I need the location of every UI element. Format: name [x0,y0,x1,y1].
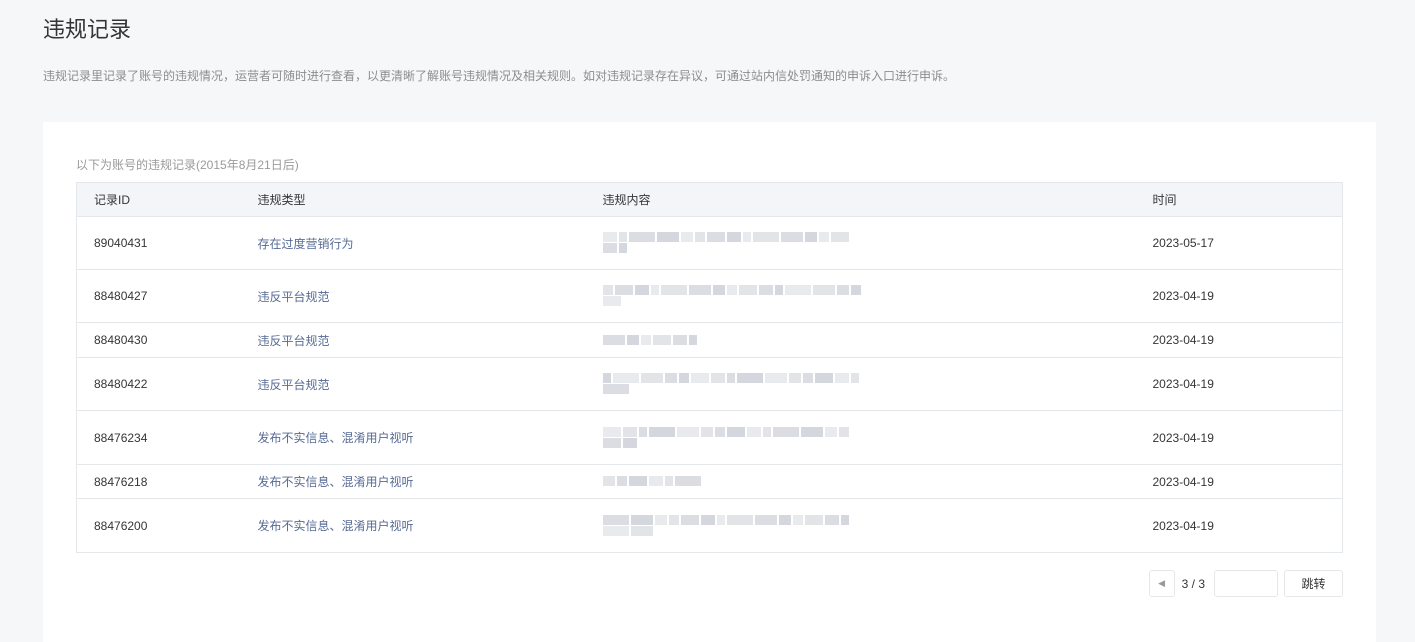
record-time: 2023-04-19 [1135,498,1343,553]
header-type: 违规类型 [240,182,586,217]
record-id: 88476218 [76,464,241,499]
record-id: 88480430 [76,322,241,358]
blurred-content [602,476,863,487]
page-title: 违规记录 [43,17,132,42]
violation-content [585,357,1136,411]
violation-type: 存在过度营销行为 [240,216,586,270]
triangle-left-icon: ◀ [1158,578,1166,588]
violation-table: 记录ID 违规类型 违规内容 时间 89040431 存在过度营销行为 2023… [76,182,1343,553]
record-time: 2023-04-19 [1135,322,1343,358]
record-time: 2023-04-19 [1135,464,1343,499]
table-row: 88476218 发布不实信息、混淆用户视听 2023-04-19 [76,464,1343,499]
record-id: 88480427 [76,269,241,323]
page-jump-input[interactable] [1214,570,1278,597]
record-time: 2023-04-19 [1135,269,1343,323]
violation-type: 发布不实信息、混淆用户视听 [240,410,586,465]
blurred-content [602,514,863,537]
table-row: 88480422 违反平台规范 2023-04-19 [76,357,1343,411]
table-row: 89040431 存在过度营销行为 2023-05-17 [76,216,1343,270]
violation-content [585,216,1136,270]
violation-type: 发布不实信息、混淆用户视听 [240,498,586,553]
record-time: 2023-05-17 [1135,216,1343,270]
blurred-content [602,373,863,395]
record-id: 88476200 [76,498,241,553]
record-id: 88480422 [76,357,241,411]
table-row: 88480427 违反平台规范 2023-04-19 [76,269,1343,323]
record-time: 2023-04-19 [1135,357,1343,411]
page-indicator: 3 / 3 [1181,576,1205,591]
records-card: 以下为账号的违规记录(2015年8月21日后) 记录ID 违规类型 违规内容 时… [43,122,1376,642]
table-caption: 以下为账号的违规记录(2015年8月21日后) [76,158,299,172]
header-content: 违规内容 [585,182,1136,217]
violation-content [585,410,1136,465]
table-row: 88480430 违反平台规范 2023-04-19 [76,322,1343,358]
table-row: 88476234 发布不实信息、混淆用户视听 2023-04-19 [76,410,1343,465]
header-id: 记录ID [76,182,241,217]
jump-button[interactable]: 跳转 [1284,570,1343,597]
record-id: 89040431 [76,216,241,270]
violation-content [585,498,1136,553]
violation-type: 违反平台规范 [240,322,586,358]
violation-type: 发布不实信息、混淆用户视听 [240,464,586,499]
pagination: ◀ 3 / 3 跳转 [1148,570,1343,597]
violation-content [585,269,1136,323]
blurred-content [602,426,863,449]
prev-page-button[interactable]: ◀ [1148,570,1175,597]
violation-type: 违反平台规范 [240,269,586,323]
violation-content [585,464,1136,499]
page-description: 违规记录里记录了账号的违规情况，运营者可随时进行查看，以更清晰了解账号违规情况及… [43,69,956,83]
blurred-content [602,334,863,346]
blurred-content [602,232,863,254]
violation-content [585,322,1136,358]
record-id: 88476234 [76,410,241,465]
header-time: 时间 [1135,182,1343,217]
table-row: 88476200 发布不实信息、混淆用户视听 2023-04-19 [76,498,1343,553]
record-time: 2023-04-19 [1135,410,1343,465]
blurred-content [602,285,863,307]
violation-type: 违反平台规范 [240,357,586,411]
